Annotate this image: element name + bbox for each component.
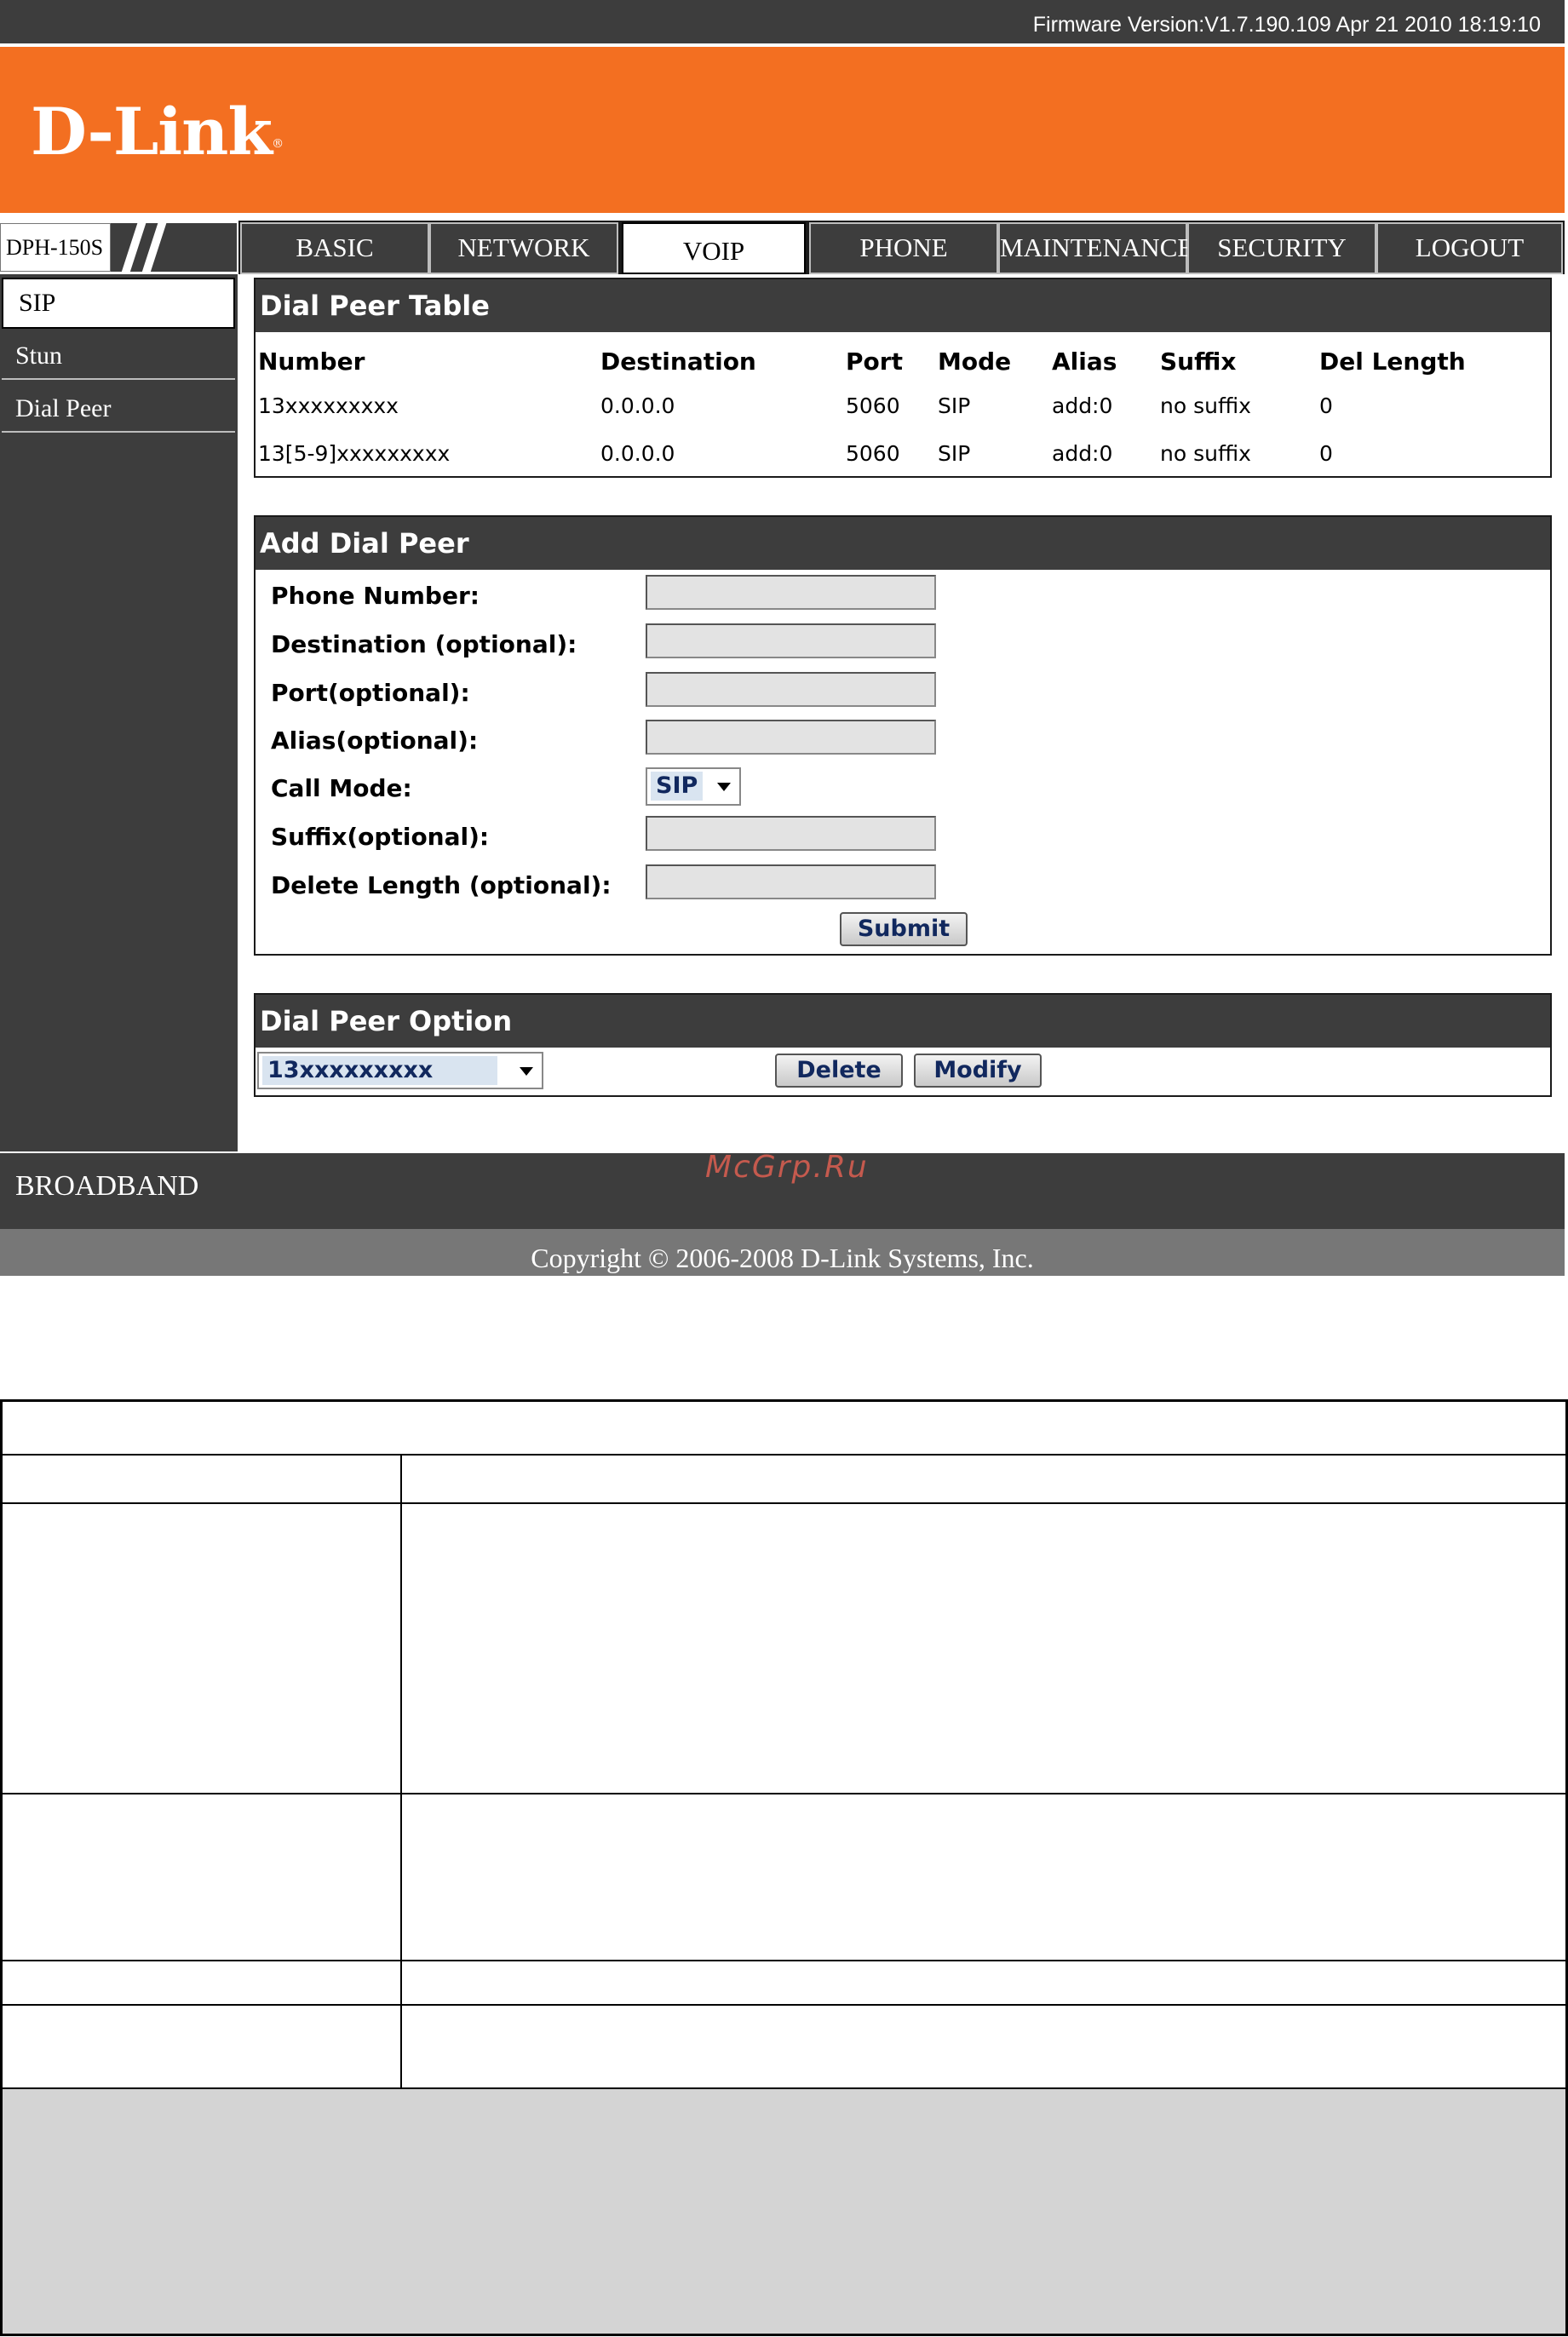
column-header-port: Port (846, 347, 903, 376)
column-header-destination: Destination (600, 347, 756, 376)
phone-number-label: Phone Number: (271, 582, 480, 610)
submit-button[interactable]: Submit (840, 912, 968, 946)
cell-del-length: 0 (1319, 393, 1333, 418)
port-input[interactable] (646, 672, 936, 707)
dlink-logo: D-Link® (31, 94, 284, 170)
firmware-version-text: Firmware Version:V1.7.190.109 Apr 21 201… (1032, 13, 1541, 37)
column-header-mode: Mode (938, 347, 1012, 376)
cell-alias: add:0 (1052, 441, 1113, 466)
table-divider (3, 1454, 1565, 1456)
call-mode-select[interactable]: SIP (646, 767, 741, 806)
dial-peer-option-panel: Dial Peer Option 13xxxxxxxxx Delete Modi… (254, 993, 1552, 1097)
sidebar: SIP Stun Dial Peer (0, 274, 238, 1151)
cell-mode: SIP (938, 441, 971, 466)
dial-peer-table-panel: Dial Peer Table Number Destination Port … (254, 278, 1552, 478)
tab-phone[interactable]: PHONE (809, 222, 998, 274)
modify-button[interactable]: Modify (914, 1054, 1042, 1088)
sidebar-item-stun[interactable]: Stun (2, 332, 235, 380)
chevron-down-icon (520, 1067, 533, 1076)
table-divider (3, 1793, 1565, 1794)
suffix-input[interactable] (646, 816, 936, 851)
copyright-bar: Copyright © 2006-2008 D-Link Systems, In… (0, 1229, 1565, 1276)
column-header-number: Number (258, 347, 365, 376)
cell-mode: SIP (938, 393, 971, 418)
destination-label: Destination (optional): (271, 630, 577, 658)
table-note-band (3, 2089, 1565, 2334)
chevron-down-icon (717, 783, 731, 791)
cell-alias: add:0 (1052, 393, 1113, 418)
cell-suffix: no suffix (1160, 441, 1251, 466)
column-header-alias: Alias (1052, 347, 1117, 376)
delete-button[interactable]: Delete (775, 1054, 903, 1088)
add-dial-peer-title: Add Dial Peer (256, 517, 1550, 570)
tab-security[interactable]: SECURITY (1187, 222, 1376, 274)
sidebar-item-dial-peer[interactable]: Dial Peer (2, 385, 235, 433)
watermark-text: McGrp.Ru (705, 1150, 869, 1185)
cell-number: 13[5-9]xxxxxxxxx (258, 441, 451, 466)
table-divider (3, 1502, 1565, 1504)
tab-network[interactable]: NETWORK (429, 222, 618, 274)
logo-text: D-Link (31, 94, 273, 169)
suffix-label: Suffix(optional): (271, 823, 490, 851)
table-divider (3, 2004, 1565, 2006)
tab-basic[interactable]: BASIC (240, 222, 429, 274)
alias-label: Alias(optional): (271, 726, 479, 755)
firmware-version-bar: Firmware Version:V1.7.190.109 Apr 21 201… (0, 0, 1565, 43)
call-mode-label: Call Mode: (271, 774, 412, 802)
model-slash-decoration (111, 223, 237, 272)
dial-peer-table-title: Dial Peer Table (256, 279, 1550, 332)
tab-voip[interactable]: VOIP (622, 222, 806, 274)
registered-mark: ® (272, 137, 284, 151)
brand-banner: D-Link® (0, 47, 1565, 213)
alias-input[interactable] (646, 720, 936, 755)
column-header-del-length: Del Length (1319, 347, 1466, 376)
dial-peer-option-title: Dial Peer Option (256, 995, 1550, 1048)
add-dial-peer-panel: Add Dial Peer Phone Number: Destination … (254, 515, 1552, 956)
call-mode-value: SIP (651, 772, 704, 801)
cell-destination: 0.0.0.0 (600, 441, 675, 466)
tab-maintenance[interactable]: MAINTENANCE (998, 222, 1193, 274)
phone-number-input[interactable] (646, 575, 936, 610)
cell-suffix: no suffix (1160, 393, 1251, 418)
dial-peer-select[interactable]: 13xxxxxxxxx (257, 1052, 543, 1089)
delete-length-input[interactable] (646, 864, 936, 899)
delete-length-label: Delete Length (optional): (271, 871, 612, 899)
cell-number: 13xxxxxxxxx (258, 393, 399, 418)
cell-del-length: 0 (1319, 441, 1333, 466)
dial-peer-select-value: 13xxxxxxxxx (262, 1056, 497, 1085)
tab-logout[interactable]: LOGOUT (1376, 222, 1563, 274)
destination-input[interactable] (646, 623, 936, 658)
broadband-label: BROADBAND (15, 1170, 199, 1202)
main-nav-tabs: BASIC NETWORK VOIP PHONE MAINTENANCE SEC… (238, 221, 1565, 274)
sidebar-item-sip[interactable]: SIP (2, 278, 235, 329)
cell-port: 5060 (846, 441, 900, 466)
table-column-divider (400, 1454, 402, 2089)
port-label: Port(optional): (271, 679, 470, 707)
model-label: DPH-150S (0, 223, 111, 272)
cell-destination: 0.0.0.0 (600, 393, 675, 418)
description-table (0, 1399, 1568, 2336)
cell-port: 5060 (846, 393, 900, 418)
table-divider (3, 1960, 1565, 1961)
column-header-suffix: Suffix (1160, 347, 1237, 376)
